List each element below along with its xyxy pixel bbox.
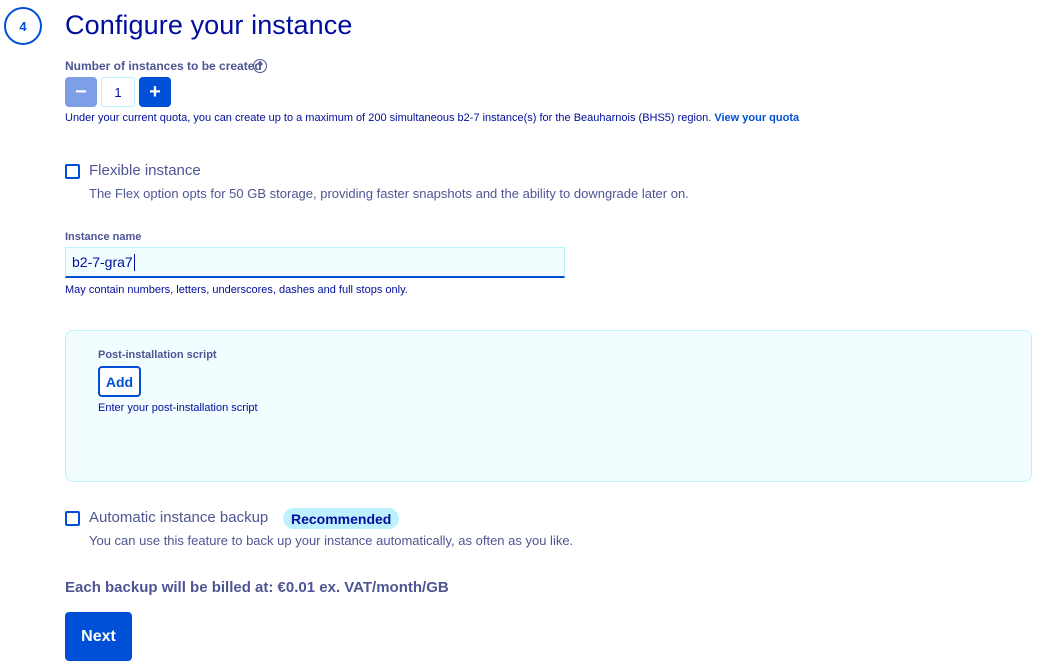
next-button[interactable]: Next [65, 612, 132, 661]
increment-button[interactable]: + [139, 77, 171, 107]
page-title: Configure your instance [65, 10, 353, 40]
backup-description: You can use this feature to back up your… [89, 533, 574, 548]
decrement-button[interactable]: − [65, 77, 97, 107]
flexible-instance-checkbox[interactable] [65, 164, 80, 179]
instance-name-input[interactable]: b2-7-gra7 [65, 247, 565, 278]
backup-billing-info: Each backup will be billed at: €0.01 ex.… [65, 579, 449, 596]
instance-name-label: Instance name [65, 231, 142, 243]
instance-name-hint: May contain numbers, letters, underscore… [65, 284, 408, 296]
flexible-instance-description: The Flex option opts for 50 GB storage, … [89, 186, 689, 201]
instance-name-value: b2-7-gra7 [72, 254, 133, 270]
view-quota-link[interactable]: View your quota [714, 112, 799, 124]
flexible-instance-label[interactable]: Flexible instance [89, 162, 201, 179]
quota-message: Under your current quota, you can create… [65, 112, 799, 124]
quota-text: Under your current quota, you can create… [65, 112, 712, 124]
add-script-button[interactable]: Add [98, 366, 141, 397]
post-install-script-hint: Enter your post-installation script [98, 402, 258, 414]
text-caret [133, 253, 135, 271]
backup-label[interactable]: Automatic instance backup [89, 509, 268, 526]
instances-count-input[interactable]: 1 [101, 77, 135, 107]
configure-instance-step: 4 Configure your instance Number of inst… [0, 0, 1043, 671]
post-install-script-label: Post-installation script [98, 349, 217, 361]
instances-count-label: Number of instances to be created [65, 59, 262, 73]
step-number-badge: 4 [4, 7, 42, 45]
recommended-badge: Recommended [283, 508, 400, 529]
help-icon[interactable]: ? [253, 59, 267, 73]
backup-checkbox[interactable] [65, 511, 80, 526]
